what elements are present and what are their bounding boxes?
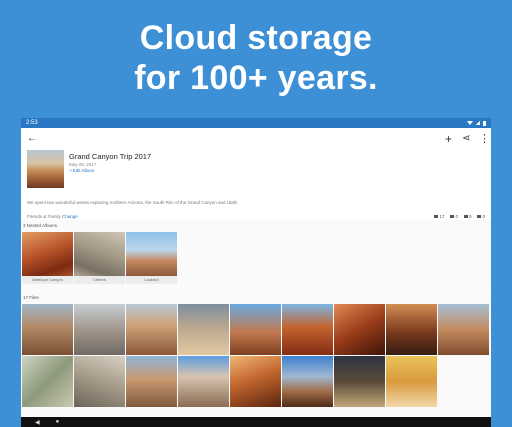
photo-thumbnail[interactable] xyxy=(178,356,229,407)
album-description: We spent two wonderful weeks exploring n… xyxy=(27,200,238,205)
nested-albums-title: 3 Nested Albums xyxy=(23,223,58,228)
nested-album-label: Critters xyxy=(74,276,125,284)
add-plus-icon[interactable]: + xyxy=(445,132,452,146)
album-date: May 08, 2017 xyxy=(69,162,97,167)
back-arrow-icon[interactable]: ← xyxy=(27,132,37,146)
hero-line-2: for 100+ years. xyxy=(134,59,378,97)
nested-album-label: Antelope Canyon xyxy=(22,276,73,284)
nested-albums-row: Antelope Canyon Critters Lookout xyxy=(21,232,491,284)
photo-count: 17 xyxy=(434,214,444,219)
photo-thumbnail[interactable] xyxy=(386,304,437,355)
photo-thumbnail[interactable] xyxy=(282,356,333,407)
change-sharing-link[interactable]: Change xyxy=(62,214,78,219)
hero-line-1: Cloud storage xyxy=(139,19,373,57)
photo-thumbnail[interactable] xyxy=(334,304,385,355)
video-icon xyxy=(450,215,455,218)
photo-thumbnail[interactable] xyxy=(334,356,385,407)
photo-grid xyxy=(21,304,491,407)
photo-thumbnail[interactable] xyxy=(74,356,125,407)
photo-thumbnail[interactable] xyxy=(282,304,333,355)
nested-album-label: Lookout xyxy=(126,276,177,284)
photo-thumbnail[interactable] xyxy=(74,304,125,355)
photo-thumbnail[interactable] xyxy=(178,304,229,355)
hero-headline: Cloud storage for 100+ years. xyxy=(0,18,512,98)
status-bar: 2:53 xyxy=(21,118,491,128)
wifi-icon xyxy=(467,121,473,125)
photo-thumbnail[interactable] xyxy=(230,356,281,407)
nav-back-icon[interactable]: ◀ xyxy=(35,419,40,426)
file-count: 0 xyxy=(477,214,485,219)
files-section: 17 Files xyxy=(21,292,491,427)
toolbar: ← + ⋖ ⋮ xyxy=(21,128,491,150)
nested-album-antelope-canyon[interactable]: Antelope Canyon xyxy=(22,232,73,284)
phone-screen: 2:53 ← + ⋖ ⋮ Grand Canyon Trip 2017 May … xyxy=(21,118,491,427)
battery-icon xyxy=(483,120,486,126)
comment-icon xyxy=(463,215,468,218)
comment-count-value: 0 xyxy=(468,214,472,219)
photo-thumbnail[interactable] xyxy=(126,356,177,407)
video-count: 0 xyxy=(450,214,458,219)
sharing-row: Friends & Family Change xyxy=(27,214,78,219)
status-icons xyxy=(467,120,486,126)
photo-thumbnail[interactable] xyxy=(230,304,281,355)
android-nav-bar: ◀ ● xyxy=(21,417,491,427)
album-stats: 17 0 0 0 xyxy=(434,214,485,219)
photo-icon xyxy=(434,215,439,218)
comment-count: 0 xyxy=(463,214,472,219)
nested-album-lookout[interactable]: Lookout xyxy=(126,232,177,284)
files-title: 17 Files xyxy=(23,295,39,300)
album-header: Grand Canyon Trip 2017 May 08, 2017 ✓Edi… xyxy=(21,150,491,198)
share-audience: Friends & Family xyxy=(27,214,61,219)
file-icon xyxy=(477,215,482,218)
nested-album-critters[interactable]: Critters xyxy=(74,232,125,284)
nav-home-icon[interactable]: ● xyxy=(56,419,60,425)
photo-thumbnail[interactable] xyxy=(438,304,489,355)
album-title: Grand Canyon Trip 2017 xyxy=(69,152,152,161)
video-count-value: 0 xyxy=(455,214,458,219)
more-vert-icon[interactable]: ⋮ xyxy=(479,132,490,146)
signal-icon xyxy=(476,121,480,125)
photo-thumbnail[interactable] xyxy=(22,356,73,407)
photo-count-value: 17 xyxy=(439,214,445,219)
status-time: 2:53 xyxy=(26,120,38,126)
photo-thumbnail[interactable] xyxy=(22,304,73,355)
photo-thumbnail[interactable] xyxy=(386,356,437,407)
nested-albums-section: 3 Nested Albums Antelope Canyon Critters… xyxy=(21,220,491,291)
share-icon[interactable]: ⋖ xyxy=(462,132,470,146)
edit-album-link[interactable]: ✓Edit Album xyxy=(69,168,94,174)
photo-thumbnail[interactable] xyxy=(126,304,177,355)
album-cover-image[interactable] xyxy=(27,150,64,188)
file-count-value: 0 xyxy=(482,214,485,219)
